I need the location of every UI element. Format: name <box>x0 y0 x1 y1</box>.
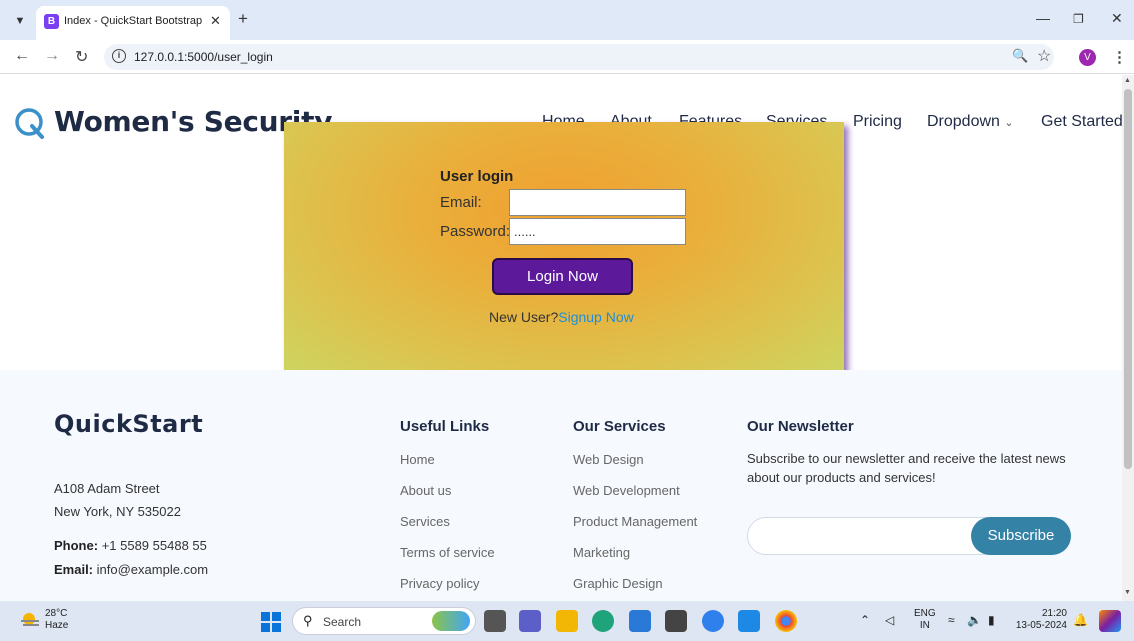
footer-link-home[interactable]: Home <box>400 452 435 467</box>
location-icon[interactable]: ◁ <box>885 613 894 627</box>
weather-desc: Haze <box>45 620 69 631</box>
mydesk-app-icon[interactable] <box>629 610 651 632</box>
windows-taskbar: 28°C Haze ⚲ Search ⌃ ◁ ENG IN ≈ 🔈 ▮ 21:2… <box>0 601 1134 641</box>
system-clock[interactable]: 21:20 13-05-2024 <box>1015 608 1067 632</box>
file-explorer-icon[interactable] <box>556 610 578 632</box>
task-view-icon[interactable] <box>484 610 506 632</box>
signup-link[interactable]: Signup Now <box>558 309 634 325</box>
service-web-design[interactable]: Web Design <box>573 452 644 467</box>
newsletter-text: Subscribe to our newsletter and receive … <box>747 451 1066 485</box>
chevron-down-icon: ⌄ <box>1004 117 1014 129</box>
reload-icon[interactable]: ↻ <box>75 47 88 67</box>
menu-icon[interactable]: ⋮ <box>1112 48 1127 66</box>
nav-dropdown-label: Dropdown <box>927 113 1000 130</box>
profile-avatar[interactable]: V <box>1079 49 1096 66</box>
page-scrollbar[interactable]: ▲ ▼ <box>1122 75 1134 601</box>
useful-links-title: Useful Links <box>400 418 490 435</box>
minimize-icon[interactable]: — <box>1036 10 1050 26</box>
browser-tab[interactable]: B Index - QuickStart Bootstrap Te ✕ <box>36 6 230 40</box>
battery-icon[interactable]: ▮ <box>988 613 995 627</box>
weather-temp: 28°C <box>45 608 68 619</box>
notification-bell-icon[interactable]: 🔔 <box>1073 613 1088 627</box>
new-user-text: New User?Signup Now <box>489 309 634 325</box>
language-indicator[interactable]: ENG IN <box>914 608 936 632</box>
zoom-icon[interactable]: 🔍 <box>1012 48 1028 64</box>
scroll-up-icon[interactable]: ▲ <box>1124 77 1131 84</box>
footer-link-terms[interactable]: Terms of service <box>400 545 495 560</box>
service-graphic-design[interactable]: Graphic Design <box>573 576 663 591</box>
chrome-icon[interactable] <box>775 610 797 632</box>
footer-link-services[interactable]: Services <box>400 514 450 529</box>
close-window-icon[interactable]: ✕ <box>1111 10 1123 27</box>
close-icon[interactable]: ✕ <box>210 13 221 29</box>
search-icon: ⚲ <box>303 613 313 628</box>
scroll-down-icon[interactable]: ▼ <box>1124 589 1131 596</box>
url-text[interactable]: 127.0.0.1:5000/user_login <box>134 50 273 64</box>
teams-icon[interactable] <box>519 610 541 632</box>
footer-brand: QuickStart <box>54 410 204 438</box>
footer: QuickStart A108 Adam Street New York, NY… <box>0 370 1122 601</box>
search-highlight-icon <box>432 611 470 631</box>
page-viewport: Women's Security Home About Features Ser… <box>0 75 1122 601</box>
email-field[interactable] <box>509 189 686 216</box>
footer-link-privacy[interactable]: Privacy policy <box>400 576 479 591</box>
edge-icon[interactable] <box>592 610 614 632</box>
taskbar-search-label: Search <box>323 615 362 629</box>
nav-dropdown[interactable]: Dropdown ⌄ <box>927 113 1014 131</box>
our-services-title: Our Services <box>573 418 666 435</box>
service-marketing[interactable]: Marketing <box>573 545 630 560</box>
footer-phone: Phone: +1 5589 55488 55 <box>54 538 207 553</box>
scroll-thumb[interactable] <box>1124 89 1132 469</box>
tab-title: Index - QuickStart Bootstrap Te <box>64 15 202 27</box>
footer-address-line2: New York, NY 535022 <box>54 504 181 519</box>
service-product-management[interactable]: Product Management <box>573 514 697 529</box>
subscribe-button[interactable]: Subscribe <box>971 517 1071 555</box>
windows-start-icon[interactable] <box>261 612 281 632</box>
nav-get-started[interactable]: Get Started <box>1041 113 1122 131</box>
star-icon[interactable]: ☆ <box>1037 46 1051 66</box>
back-icon[interactable]: ← <box>14 47 30 65</box>
login-card: User login Email: Password: ...... Login… <box>284 122 844 372</box>
restore-icon[interactable]: ❐ <box>1073 12 1084 26</box>
help-app-icon[interactable] <box>702 610 724 632</box>
newsletter-title: Our Newsletter <box>747 418 854 435</box>
service-web-development[interactable]: Web Development <box>573 483 680 498</box>
footer-email: Email: info@example.com <box>54 562 208 577</box>
vscode-icon[interactable] <box>738 610 760 632</box>
new-user-label: New User? <box>489 309 559 325</box>
phone-label: Phone: <box>54 538 99 553</box>
phone-value: +1 5589 55488 55 <box>101 538 207 553</box>
weather-widget[interactable]: 28°C Haze <box>45 608 68 632</box>
password-field[interactable]: ...... <box>509 218 686 245</box>
login-title: User login <box>440 168 514 185</box>
language-code: ENG <box>914 608 936 619</box>
clock-date: 13-05-2024 <box>1015 620 1067 631</box>
info-icon[interactable]: i <box>112 49 126 63</box>
address-bar: ← → ↻ i 127.0.0.1:5000/user_login 🔍 ☆ V … <box>0 40 1134 74</box>
copilot-icon[interactable] <box>1099 610 1121 632</box>
email-label-footer: Email: <box>54 562 94 577</box>
browser-tab-bar: ▼ B Index - QuickStart Bootstrap Te ✕ + … <box>0 0 1134 40</box>
q-logo-icon <box>15 108 44 139</box>
forward-icon[interactable]: → <box>44 47 60 65</box>
footer-address-line1: A108 Adam Street <box>54 481 160 496</box>
password-label: Password: <box>440 223 511 240</box>
wifi-icon[interactable]: ≈ <box>948 613 955 627</box>
weather-haze-icon[interactable] <box>19 611 41 629</box>
chevron-up-icon[interactable]: ⌃ <box>860 613 870 627</box>
clock-time: 21:20 <box>1041 608 1067 619</box>
plus-icon[interactable]: + <box>238 9 248 29</box>
language-region: IN <box>919 620 930 631</box>
bootstrap-favicon-icon: B <box>44 14 59 29</box>
email-value: info@example.com <box>96 562 209 577</box>
nav-pricing[interactable]: Pricing <box>853 113 902 131</box>
login-button[interactable]: Login Now <box>492 258 633 295</box>
url-field[interactable]: i 127.0.0.1:5000/user_login 🔍 ☆ <box>104 44 1054 70</box>
store-icon[interactable] <box>665 610 687 632</box>
volume-icon[interactable]: 🔈 <box>967 613 982 627</box>
footer-link-about[interactable]: About us <box>400 483 451 498</box>
email-label: Email: <box>440 194 482 211</box>
tab-search-icon[interactable]: ▼ <box>10 11 30 31</box>
